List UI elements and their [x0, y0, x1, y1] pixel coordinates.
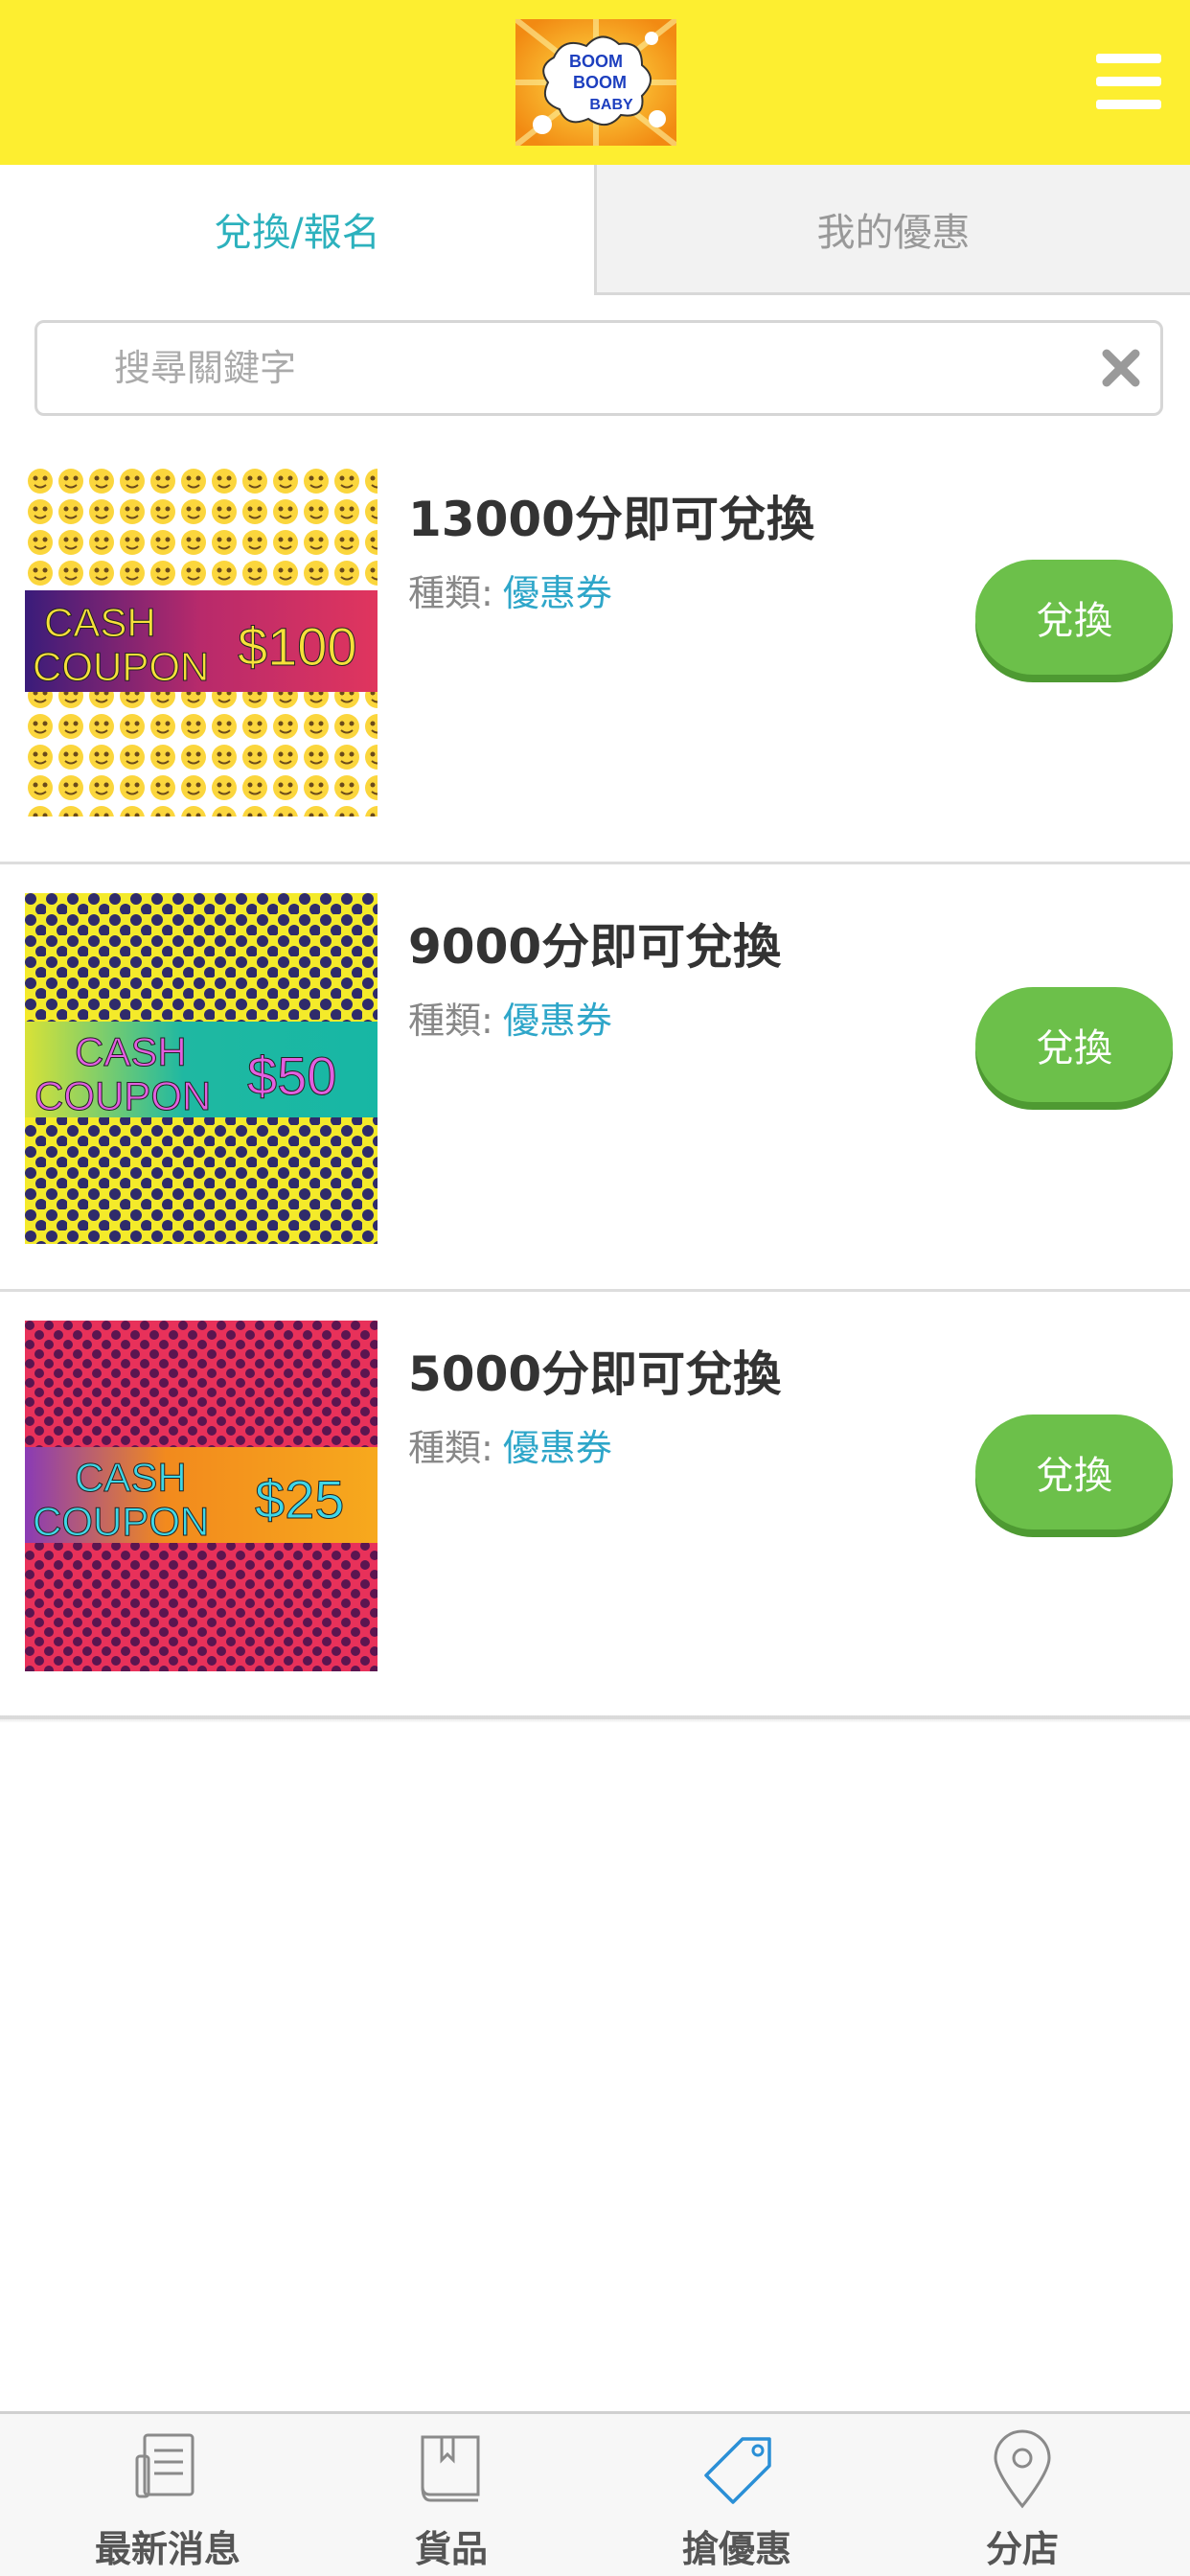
coupon-type-label: 種類:: [408, 1000, 493, 1042]
coupon-image: CASH COUPON $50: [25, 893, 378, 1244]
nav-item-branches[interactable]: 分店: [874, 2414, 1171, 2576]
coupon-type-label: 種類:: [408, 572, 493, 614]
coupon-type-label: 種類:: [408, 1427, 493, 1469]
coupon-type-value[interactable]: 優惠券: [503, 1000, 612, 1042]
search-box: [34, 320, 1163, 416]
coupon-cash-text: CASH: [44, 600, 156, 645]
coupon-image: CASH COUPON $100: [25, 466, 378, 816]
list-bottom-shadow: [0, 1715, 1190, 1723]
coupon-image: CASH COUPON $25: [25, 1321, 378, 1671]
logo-text-1: BOOM: [569, 52, 623, 71]
coupon-type-value[interactable]: 優惠券: [503, 572, 612, 614]
book-icon: [413, 2427, 490, 2512]
price-tag-icon: [698, 2427, 775, 2512]
nav-label: 分店: [985, 2528, 1059, 2570]
redeem-button[interactable]: 兌換: [975, 1414, 1173, 1530]
nav-label: 最新消息: [94, 2528, 240, 2570]
coupon-title: 5000分即可兌換: [408, 1346, 782, 1402]
hamburger-menu-icon[interactable]: [1096, 54, 1161, 111]
clear-x-icon[interactable]: [1099, 346, 1143, 390]
coupon-cash-text: CASH: [75, 1455, 187, 1500]
coupon-title: 13000分即可兌換: [408, 492, 814, 547]
nav-item-news[interactable]: 最新消息: [19, 2414, 316, 2576]
tab-bar: 兌換/報名 我的優惠: [0, 165, 1190, 295]
search-input[interactable]: [114, 323, 1072, 413]
coupon-coupon-text: COUPON: [33, 1499, 209, 1544]
coupon-list-item[interactable]: CASH COUPON $100 13000分即可兌換 種類: 優惠券 兌換: [0, 437, 1190, 864]
tab-my-offers[interactable]: 我的優惠: [594, 165, 1190, 295]
coupon-amount-text: $50: [247, 1046, 336, 1106]
coupon-title: 9000分即可兌換: [408, 919, 782, 975]
coupon-type: 種類: 優惠券: [408, 991, 612, 1044]
tab-redeem-register[interactable]: 兌換/報名: [0, 165, 594, 295]
logo-text-2: BOOM: [573, 73, 627, 92]
bottom-navigation: 最新消息 貨品 搶優惠 分店: [0, 2411, 1190, 2576]
nav-item-products[interactable]: 貨品: [303, 2414, 600, 2576]
nav-label: 貨品: [414, 2528, 488, 2570]
nav-item-deals[interactable]: 搶優惠: [588, 2414, 885, 2576]
nav-label: 搶優惠: [681, 2528, 791, 2570]
coupon-amount-text: $25: [255, 1469, 344, 1530]
redeem-button[interactable]: 兌換: [975, 560, 1173, 675]
redeem-button[interactable]: 兌換: [975, 987, 1173, 1102]
location-pin-icon: [984, 2427, 1061, 2512]
coupon-type: 種類: 優惠券: [408, 1418, 612, 1471]
coupon-list-item[interactable]: CASH COUPON $50 9000分即可兌換 種類: 優惠券 兌換: [0, 864, 1190, 1292]
coupon-list-item[interactable]: CASH COUPON $25 5000分即可兌換 種類: 優惠券 兌換: [0, 1292, 1190, 1719]
coupon-coupon-text: COUPON: [33, 644, 209, 689]
coupon-type: 種類: 優惠券: [408, 564, 612, 616]
logo-text-3: BABY: [589, 97, 633, 113]
app-header: BOOM BOOM BABY: [0, 0, 1190, 165]
coupon-amount-text: $100: [238, 616, 357, 677]
boom-boom-baby-logo[interactable]: BOOM BOOM BABY: [515, 19, 676, 146]
coupon-type-value[interactable]: 優惠券: [503, 1427, 612, 1469]
coupon-cash-text: CASH: [75, 1029, 187, 1074]
newspaper-icon: [129, 2427, 206, 2512]
coupon-coupon-text: COUPON: [34, 1073, 211, 1118]
